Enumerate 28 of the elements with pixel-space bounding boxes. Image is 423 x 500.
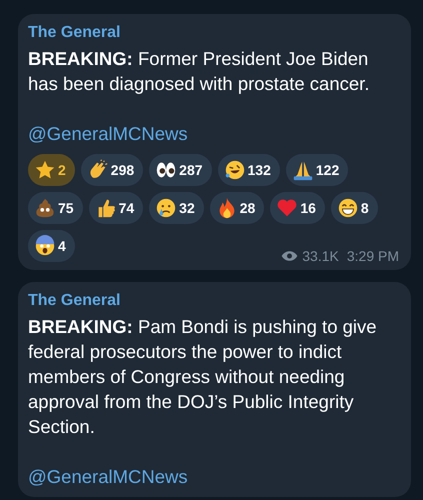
reaction-chip[interactable]: 28	[210, 192, 264, 224]
reaction-chip[interactable]: 298	[80, 154, 144, 186]
reaction-chip[interactable]: 32	[149, 192, 204, 224]
reaction-chip[interactable]: 2	[28, 154, 75, 186]
channel-link[interactable]: @GeneralMCNews	[28, 121, 188, 146]
channel-link[interactable]: @GeneralMCNews	[28, 464, 188, 489]
grinning-face-icon	[336, 197, 359, 219]
laughing-face-icon	[224, 159, 246, 181]
reaction-chip[interactable]: 16	[270, 192, 325, 224]
reaction-chip[interactable]: 122	[286, 154, 348, 186]
channel-name[interactable]: The General	[28, 22, 120, 44]
reaction-chip[interactable]: 74	[88, 192, 144, 224]
view-count: 33.1K	[302, 248, 339, 264]
reaction-chip[interactable]: 132	[218, 154, 280, 186]
reaction-chip[interactable]: 8	[330, 192, 378, 224]
message-text: BREAKING: Former President Joe Biden has been diagnosed with prostate cancer.	[28, 47, 370, 96]
poop-icon	[34, 197, 56, 219]
message-text: BREAKING: Pam Bondi is pushing to give federal prosecutors the power to indict members of Congress without needing approval from the DOJ’s Public Integrity Section.	[28, 315, 378, 439]
crying-face-icon	[155, 197, 178, 219]
screaming-face-icon	[34, 235, 56, 257]
channel-name[interactable]: The General	[28, 290, 120, 312]
reaction-chip[interactable]: 75	[28, 192, 83, 224]
eye-icon	[281, 250, 298, 262]
reaction-chip[interactable]: 4	[28, 230, 75, 262]
heart-icon	[276, 197, 298, 219]
reaction-chip[interactable]: 287	[149, 154, 212, 186]
message-time: 3:29 PM	[346, 248, 399, 264]
star-icon	[34, 159, 56, 181]
